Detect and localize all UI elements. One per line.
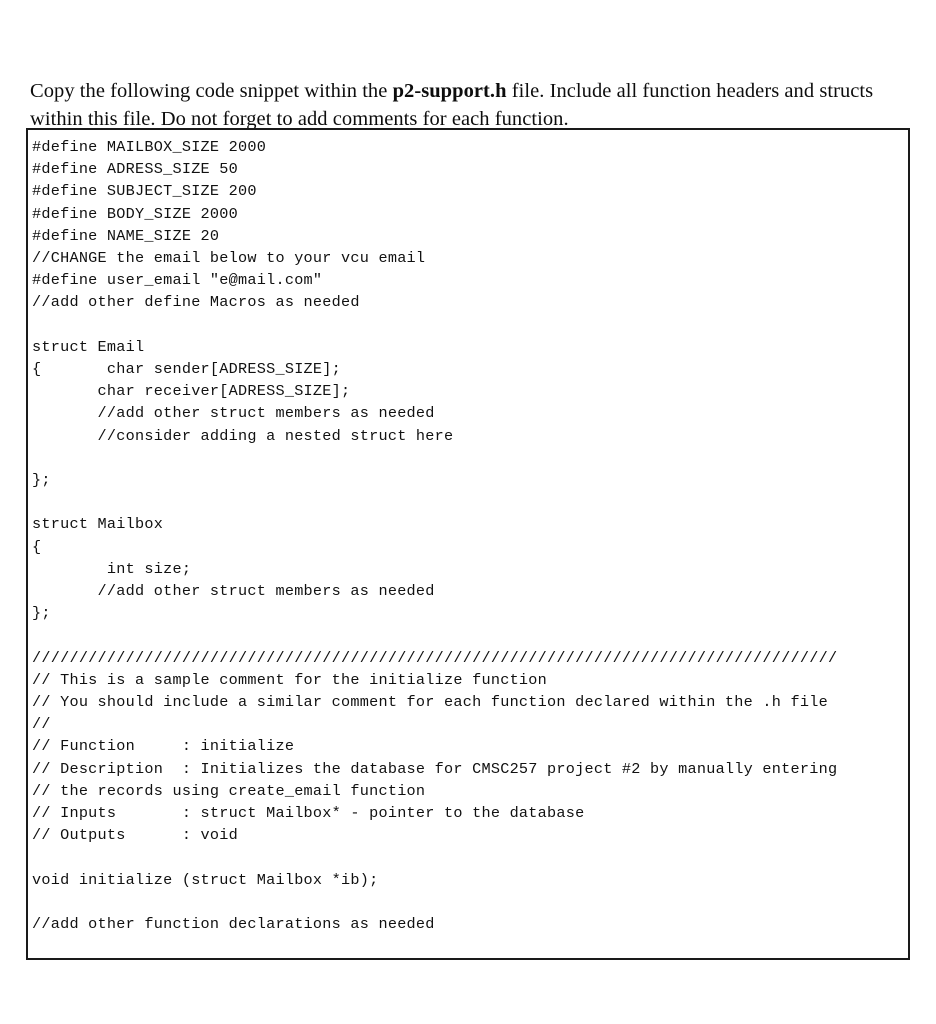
instruction-paragraph: Copy the following code snippet within t…	[30, 77, 886, 133]
code-snippet-text: #define MAILBOX_SIZE 2000 #define ADRESS…	[32, 138, 838, 934]
code-snippet-inner: #define MAILBOX_SIZE 2000 #define ADRESS…	[28, 130, 908, 935]
code-snippet-box: #define MAILBOX_SIZE 2000 #define ADRESS…	[26, 128, 910, 960]
instruction-text-before-filename: Copy the following code snippet within t…	[30, 79, 393, 102]
filename-emphasis: p2-support.h	[392, 79, 507, 102]
document-page: Copy the following code snippet within t…	[0, 0, 936, 1024]
